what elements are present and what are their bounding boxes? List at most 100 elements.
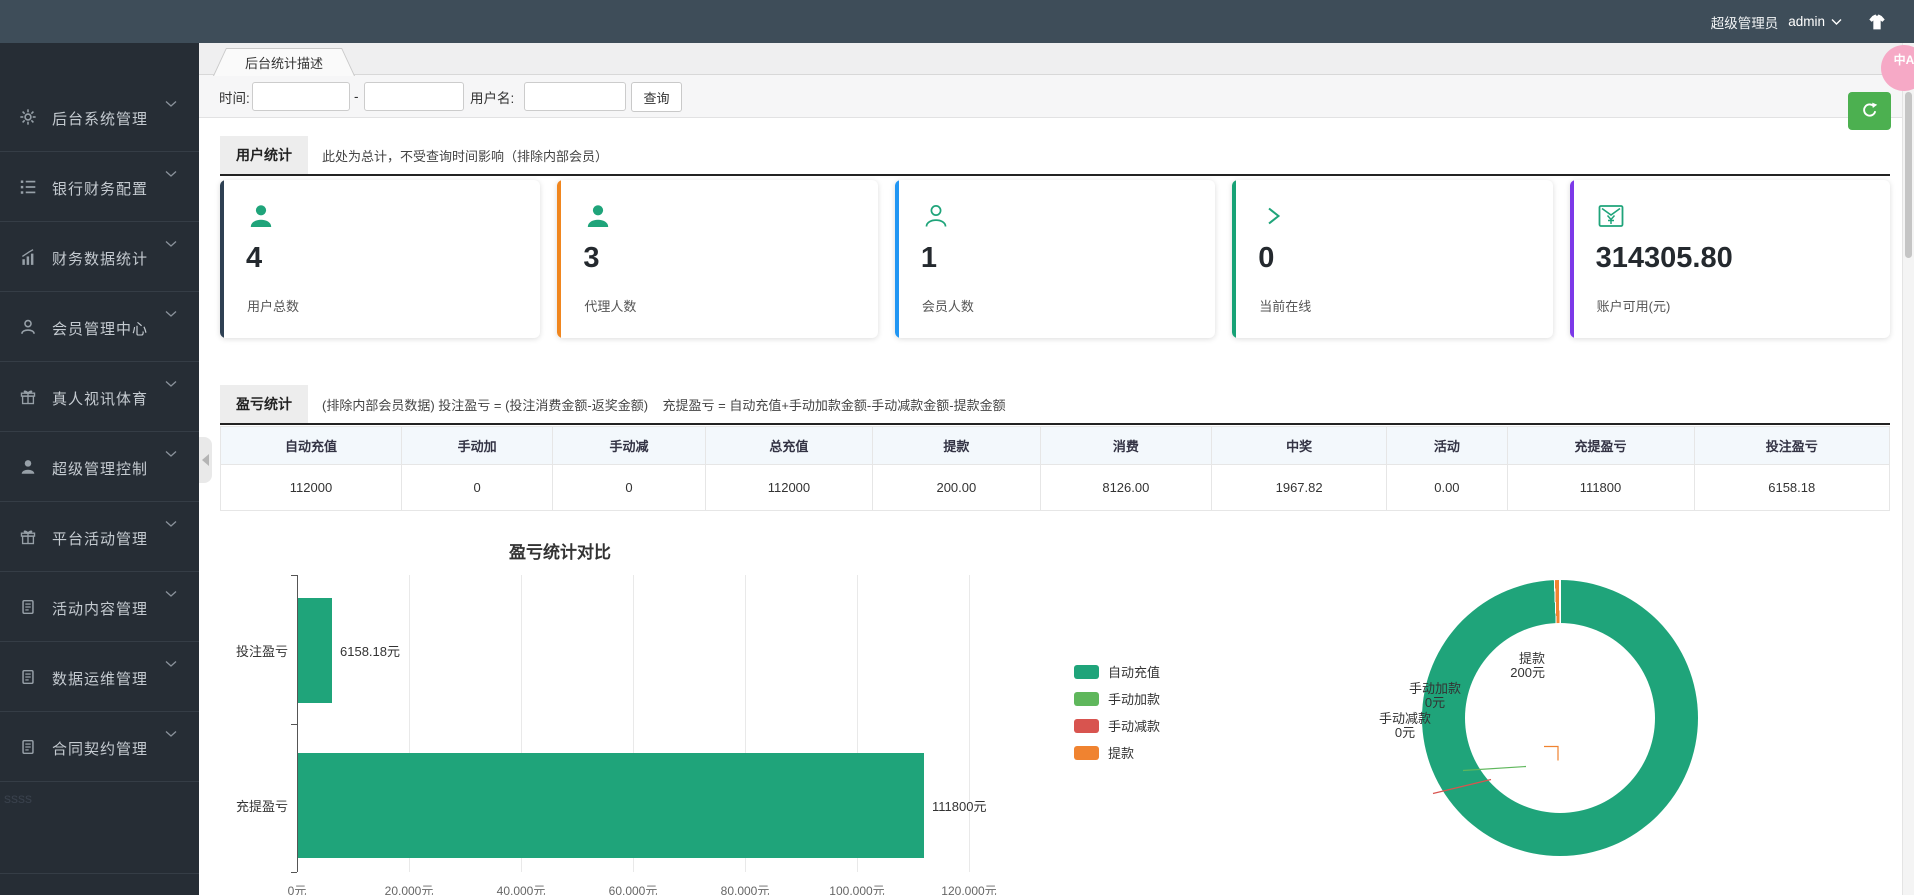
table-column-header-6: 消费 (1041, 427, 1212, 465)
table-cell-2: 0 (402, 465, 553, 510)
bar-投注盈亏 (298, 598, 332, 703)
sidebar-item-7[interactable]: 平台活动管理 (0, 502, 199, 572)
chevron-down-icon (165, 305, 177, 313)
user-solid-icon (584, 202, 612, 230)
doc-icon (19, 598, 37, 616)
sidebar-collapse-handle[interactable] (199, 437, 212, 483)
gift-icon (19, 528, 37, 546)
bar-value-label: 6158.18元 (340, 598, 400, 703)
pie-label-manual-minus: 手动减款0元 (1376, 712, 1434, 740)
chevron-down-icon (165, 585, 177, 593)
user-outline-icon (922, 202, 950, 230)
legend-label: 提款 (1108, 743, 1134, 762)
card-value: 3 (583, 242, 599, 275)
admin-dropdown[interactable]: admin (1788, 14, 1842, 29)
legend-swatch (1074, 692, 1099, 706)
time-start-input[interactable] (252, 82, 350, 111)
table-cell-9: 111800 (1508, 465, 1695, 510)
chevron-down-icon (165, 655, 177, 663)
sidebar-item-10[interactable]: 合同契约管理 (0, 712, 199, 782)
sidebar-item-label: 财务数据统计 (52, 248, 148, 269)
scrollbar-thumb[interactable] (1905, 92, 1912, 258)
table-cell-5: 200.00 (873, 465, 1041, 510)
sidebar-footer-text: ssss (0, 782, 199, 874)
card-accent (895, 180, 899, 338)
card-label: 当前在线 (1259, 296, 1311, 315)
table-column-header-1: 自动充值 (220, 427, 402, 465)
sidebar-item-4[interactable]: 会员管理中心 (0, 292, 199, 362)
card-accent (1570, 180, 1574, 338)
card-label: 账户可用(元) (1597, 296, 1671, 315)
chevron-down-icon (165, 445, 177, 453)
table-cell-7: 1967.82 (1212, 465, 1387, 510)
sidebar-item-label: 合同契约管理 (52, 738, 148, 759)
x-axis-tick: 120,000元 (924, 882, 1014, 895)
user-stats-header: 用户统计 此处为总计，不受查询时间影响（排除内部会员） (220, 136, 1890, 176)
legend-item-1[interactable]: 自动充值 (1074, 664, 1160, 679)
stat-cards: 4用户总数3代理人数1会员人数0当前在线314305.80账户可用(元) (220, 180, 1890, 338)
table-column-header-2: 手动加 (402, 427, 553, 465)
doc-icon (19, 668, 37, 686)
table-cell-6: 8126.00 (1041, 465, 1212, 510)
sidebar-item-6[interactable]: 超级管理控制 (0, 432, 199, 502)
legend-swatch (1074, 719, 1099, 733)
x-axis-tick: 40,000元 (476, 882, 566, 895)
table-column-header-8: 活动 (1387, 427, 1507, 465)
tshirt-icon[interactable] (1866, 13, 1888, 31)
stat-card-3: 1会员人数 (895, 180, 1215, 338)
bar-chart-title: 盈亏统计对比 (220, 538, 900, 563)
table-column-header-3: 手动减 (553, 427, 706, 465)
sidebar-item-9[interactable]: 数据运维管理 (0, 642, 199, 712)
table-column-header-7: 中奖 (1212, 427, 1387, 465)
vertical-scrollbar (1902, 43, 1914, 895)
stat-card-5: 314305.80账户可用(元) (1570, 180, 1890, 338)
tab-statistics[interactable]: 后台统计描述 (213, 48, 355, 76)
chevron-down-icon (1831, 14, 1842, 29)
sidebar: 后台系统管理银行财务配置财务数据统计会员管理中心真人视讯体育超级管理控制平台活动… (0, 43, 199, 895)
card-accent (557, 180, 561, 338)
table-header-row: 自动充值手动加手动减总充值提款消费中奖活动充提盈亏投注盈亏 (220, 427, 1890, 465)
profit-table: 自动充值手动加手动减总充值提款消费中奖活动充提盈亏投注盈亏11200000112… (220, 426, 1890, 511)
profit-stats-title: 盈亏统计 (220, 385, 308, 423)
list-icon (19, 178, 37, 196)
card-label: 代理人数 (584, 296, 636, 315)
legend-item-4[interactable]: 提款 (1074, 745, 1160, 760)
user-outline-icon (19, 318, 37, 336)
x-axis-tick: 60,000元 (588, 882, 678, 895)
table-cell-8: 0.00 (1387, 465, 1507, 510)
gift-icon (19, 388, 37, 406)
card-value: 1 (921, 242, 937, 275)
legend-item-2[interactable]: 手动加款 (1074, 691, 1160, 706)
sidebar-item-3[interactable]: 财务数据统计 (0, 222, 199, 292)
sidebar-item-label: 会员管理中心 (52, 318, 148, 339)
sidebar-item-8[interactable]: 活动内容管理 (0, 572, 199, 642)
sidebar-item-2[interactable]: 银行财务配置 (0, 152, 199, 222)
card-value: 0 (1258, 242, 1274, 275)
table-cell-1: 112000 (220, 465, 402, 510)
time-end-input[interactable] (364, 82, 464, 111)
legend-item-3[interactable]: 手动减款 (1074, 718, 1160, 733)
x-axis-tick: 20,000元 (364, 882, 454, 895)
query-button[interactable]: 查询 (631, 82, 682, 112)
refresh-button[interactable] (1848, 92, 1891, 130)
user-solid-icon (19, 458, 37, 476)
chevron-down-icon (165, 165, 177, 173)
sidebar-item-label: 数据运维管理 (52, 668, 148, 689)
bar-category-label: 投注盈亏 (228, 598, 288, 703)
pie-label-manual-add: 手动加款0元 (1406, 682, 1464, 710)
tab-bar: 后台统计描述 (199, 43, 1914, 75)
username-input[interactable] (524, 82, 626, 111)
sidebar-item-5[interactable]: 真人视讯体育 (0, 362, 199, 432)
sidebar-item-label: 银行财务配置 (52, 178, 148, 199)
bar-充提盈亏 (298, 753, 924, 858)
card-label: 用户总数 (247, 296, 299, 315)
sidebar-item-1[interactable]: 后台系统管理 (0, 82, 199, 152)
table-column-header-4: 总充值 (706, 427, 873, 465)
chevron-right-icon (1259, 202, 1287, 230)
legend-label: 手动加款 (1108, 689, 1160, 708)
profit-stats-header: 盈亏统计 (排除内部会员数据) 投注盈亏 = (投注消费金额-返奖金额) 充提盈… (220, 385, 1890, 425)
funds-pie-chart (1422, 580, 1698, 856)
profit-stats-note: (排除内部会员数据) 投注盈亏 = (投注消费金额-返奖金额) 充提盈亏 = 自… (322, 395, 1006, 414)
sidebar-item-label: 后台系统管理 (52, 108, 148, 129)
chevron-down-icon (165, 375, 177, 383)
